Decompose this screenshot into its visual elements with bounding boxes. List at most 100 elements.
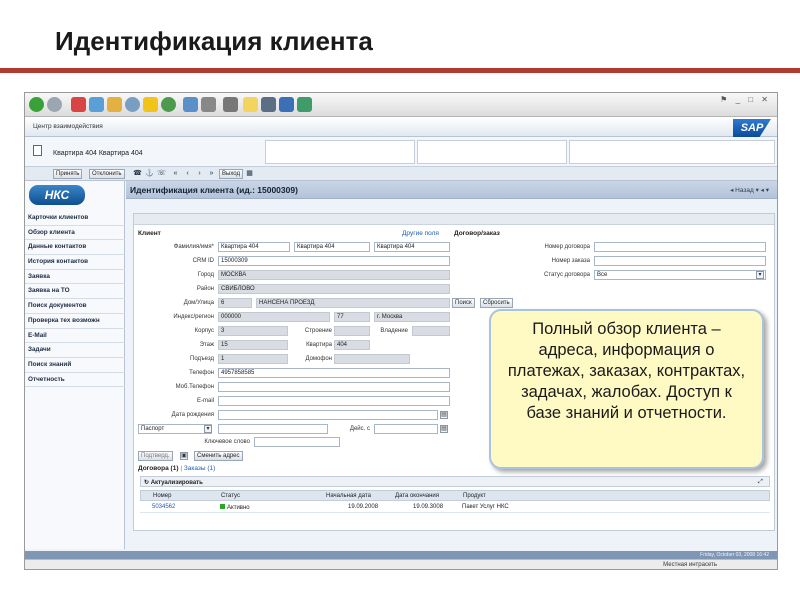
back-icon[interactable]	[29, 97, 44, 112]
last-icon[interactable]: »	[207, 169, 216, 179]
mail-icon[interactable]	[183, 97, 198, 112]
cell-status-text: Активно	[227, 505, 250, 511]
expand-icon[interactable]: ⤢	[758, 479, 763, 486]
col-number[interactable]: Номер	[153, 493, 171, 499]
refresh-icon[interactable]	[89, 97, 104, 112]
reset-button[interactable]: Сбросить	[480, 298, 513, 308]
sidebar-item-client-overview[interactable]: Обзор клиента	[25, 226, 125, 241]
edit-icon[interactable]	[223, 97, 238, 112]
cell-number[interactable]: 5034562	[152, 504, 175, 510]
col-end[interactable]: Дата окончания	[395, 493, 439, 499]
change-address-button[interactable]: Сменить адрес	[194, 451, 243, 461]
back-label: Назад	[735, 187, 754, 194]
history-icon[interactable]	[161, 97, 176, 112]
messenger-icon[interactable]	[261, 97, 276, 112]
note-icon[interactable]	[243, 97, 258, 112]
prev-icon[interactable]: ‹	[183, 169, 192, 179]
label-name: Фамилия/имя*	[173, 244, 214, 250]
birth-date-input[interactable]	[218, 410, 438, 420]
sidebar-item-maintenance-request[interactable]: Заявка на ТО	[25, 284, 125, 300]
sidebar-item-tech-check[interactable]: Проверка тех возможн	[25, 314, 125, 329]
intercom-field	[334, 354, 410, 364]
label-vladenie: Владение	[380, 328, 408, 334]
back-button[interactable]: ◂ Назад ▾ ◂ ▾	[730, 186, 769, 194]
first-icon[interactable]: «	[171, 169, 180, 179]
valid-from-input[interactable]	[374, 424, 438, 434]
label-house: Дом/Улица	[183, 300, 214, 306]
status-dropdown-icon[interactable]: ▾	[756, 271, 764, 279]
browser-toolbar: ⚑ _ □ ✕	[25, 93, 777, 117]
label-korpus: Корпус	[194, 328, 214, 334]
phone-input[interactable]: 4957858585	[218, 368, 450, 378]
reject-button[interactable]: Отклонить	[89, 169, 125, 179]
last-name-input[interactable]: Квартира 404	[218, 242, 290, 252]
sidebar-item-request[interactable]: Заявка	[25, 270, 125, 285]
cell-end: 19.09.3008	[413, 504, 444, 510]
label-email: E-mail	[196, 398, 214, 404]
window-controls[interactable]: ⚑ _ □ ✕	[720, 95, 771, 104]
region-code-field: 77	[334, 312, 370, 322]
calendar-icon-2[interactable]: ▤	[440, 425, 448, 433]
confirm-button[interactable]: Подтверд.	[138, 451, 173, 461]
grid-icon[interactable]: ▦	[245, 169, 254, 179]
middle-name-input[interactable]: Квартира 404	[374, 242, 450, 252]
cell-start: 19.09.2008	[348, 504, 379, 510]
accept-button[interactable]: Принять	[53, 169, 83, 179]
print-icon[interactable]	[201, 97, 216, 112]
app-status-bar: Friday, October 03, 2008 16:42	[25, 551, 777, 559]
refresh-button[interactable]: ↻ Актуализировать	[144, 479, 203, 486]
stop-icon[interactable]	[71, 97, 86, 112]
next-icon[interactable]: ›	[195, 169, 204, 179]
content-header: Идентификация клиента (ид.: 15000309) ◂ …	[126, 181, 777, 199]
calendar-icon[interactable]: ▤	[440, 411, 448, 419]
refresh-label: Актуализировать	[150, 480, 203, 486]
tools-icon[interactable]	[297, 97, 312, 112]
col-product[interactable]: Продукт	[463, 493, 486, 499]
forward-icon[interactable]	[47, 97, 62, 112]
sidebar-item-contact-data[interactable]: Данные контактов	[25, 240, 125, 256]
sidebar-item-document-search[interactable]: Поиск документов	[25, 299, 125, 314]
order-number-input[interactable]	[594, 256, 766, 266]
city-field: МОСКВА	[218, 270, 450, 280]
exit-button[interactable]: Выход	[219, 169, 243, 179]
search-icon[interactable]	[125, 97, 140, 112]
save-icon[interactable]: ▣	[180, 452, 188, 460]
col-start[interactable]: Начальная дата	[326, 493, 371, 499]
label-city: Город	[197, 272, 214, 278]
search-button[interactable]: Поиск	[452, 298, 475, 308]
transfer-icon[interactable]: ⚓	[145, 169, 154, 179]
doc-number-input[interactable]	[218, 424, 328, 434]
home-icon[interactable]	[107, 97, 122, 112]
hangup-icon[interactable]: ☏	[157, 169, 166, 179]
sidebar-item-client-cards[interactable]: Карточки клиентов	[25, 211, 125, 226]
table-row[interactable]: 5034562 Активно 19.09.2008 19.09.3008 Па…	[140, 502, 770, 513]
contract-status-select[interactable]: Все	[594, 270, 766, 280]
sidebar-item-contact-history[interactable]: История контактов	[25, 255, 125, 270]
first-name-input[interactable]: Квартира 404	[294, 242, 370, 252]
label-mobile: Моб.Телефон	[175, 384, 214, 390]
mobile-input[interactable]	[218, 382, 450, 392]
tab-contracts[interactable]: Договора (1)	[138, 465, 179, 472]
col-status[interactable]: Статус	[221, 493, 240, 499]
favorites-icon[interactable]	[143, 97, 158, 112]
contract-number-input[interactable]	[594, 242, 766, 252]
research-icon[interactable]	[279, 97, 294, 112]
call-icon[interactable]: ☎	[133, 169, 142, 179]
entrance-field: 1	[218, 354, 288, 364]
email-input[interactable]	[218, 396, 450, 406]
sidebar: НКС Карточки клиентов Обзор клиента Данн…	[25, 181, 125, 549]
other-fields-link[interactable]: Другие поля	[402, 230, 439, 237]
street-field: НАНСЕНА ПРОЕЗД	[256, 298, 450, 308]
sidebar-item-email[interactable]: E-Mail	[25, 329, 125, 344]
doc-type-dropdown-icon[interactable]: ▾	[204, 425, 212, 433]
keyword-input[interactable]	[254, 437, 340, 447]
label-flat: Квартира	[306, 342, 332, 348]
flat-field: 404	[334, 340, 370, 350]
doc-type-select[interactable]: Паспорт	[138, 424, 212, 434]
sidebar-item-knowledge-search[interactable]: Поиск знаний	[25, 358, 125, 373]
sidebar-item-tasks[interactable]: Задачи	[25, 343, 125, 358]
crm-id-input[interactable]: 15000309	[218, 256, 450, 266]
stroenie-field	[334, 326, 370, 336]
tab-orders[interactable]: Заказы (1)	[184, 465, 215, 472]
sidebar-item-reporting[interactable]: Отчетность	[25, 373, 125, 388]
